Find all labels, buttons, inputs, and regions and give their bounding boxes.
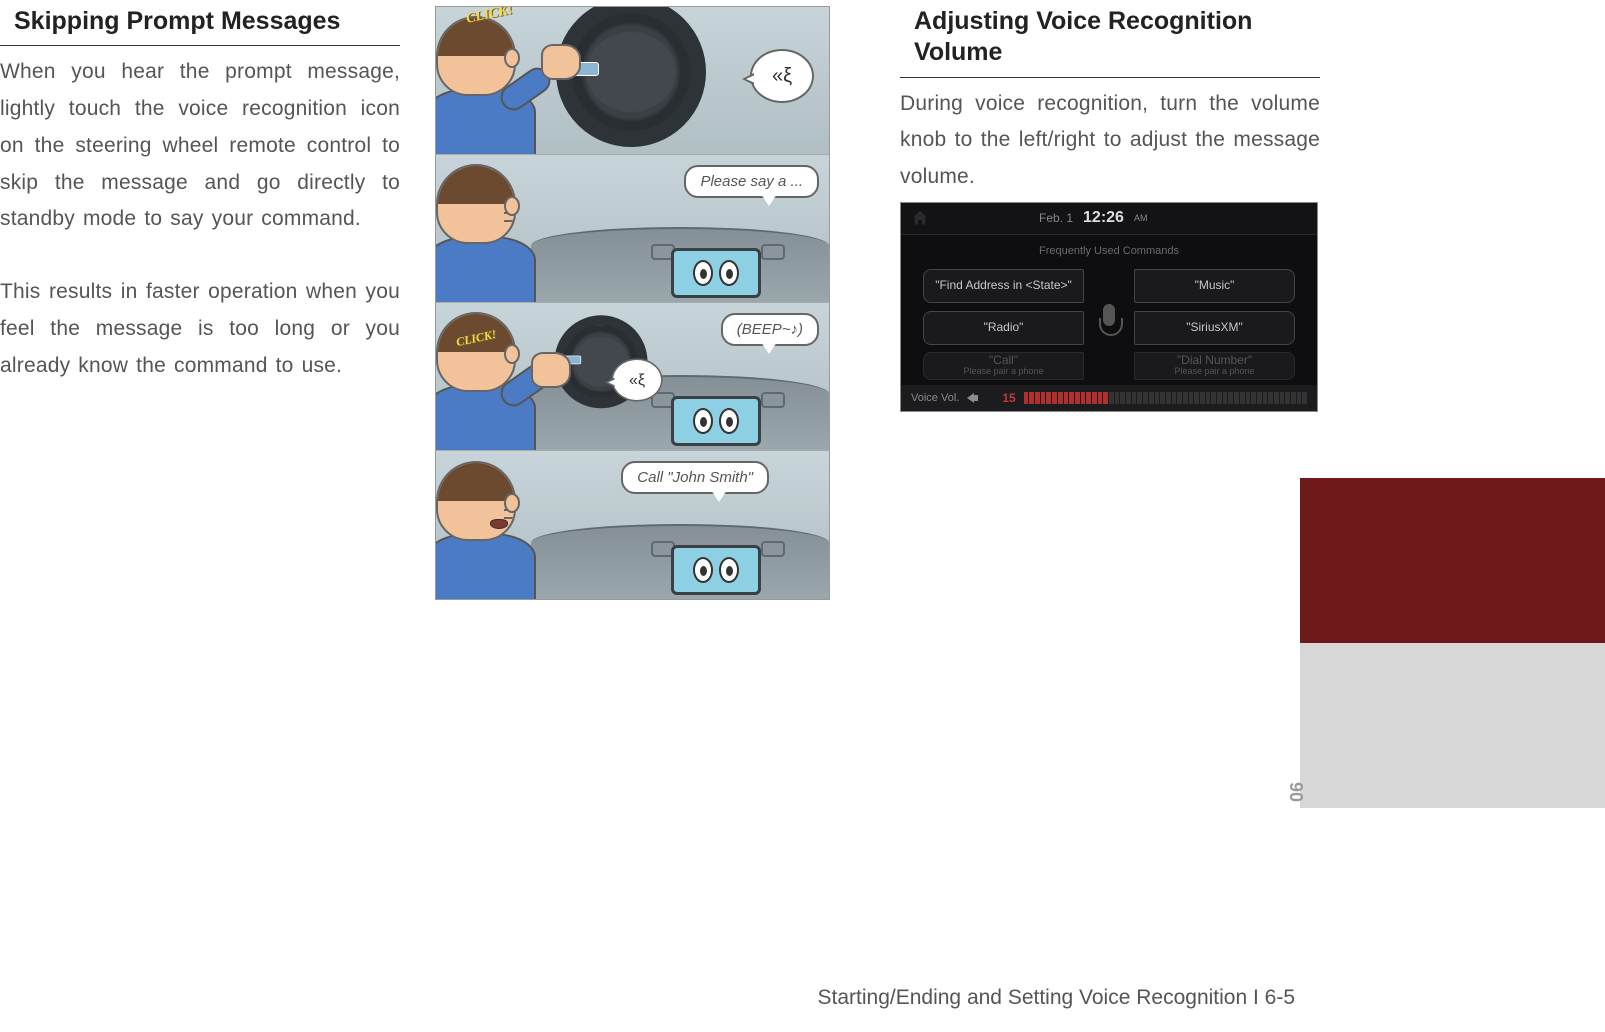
comic-panel-3: «ξ (BEEP~♪) CLICK! (436, 303, 829, 451)
cmd-dial: "Dial Number" Please pair a phone (1134, 352, 1295, 380)
cmd-siriusxm[interactable]: "SiriusXM" (1134, 311, 1295, 345)
command-grid: "Find Address in <State>" "Music" "Radio… (923, 267, 1295, 381)
side-tab: 06 (1300, 478, 1605, 808)
driver-figure (436, 155, 546, 302)
infotainment-screen (671, 248, 761, 298)
voice-vol-label: Voice Vol. (911, 392, 959, 404)
screen-eye-icon (719, 408, 739, 434)
voice-recognition-screenshot: Feb. 1 12:26 AM Frequently Used Commands… (900, 202, 1318, 412)
speech-bubble-beep: (BEEP~♪) (721, 313, 819, 346)
home-icon[interactable] (911, 209, 929, 227)
screen-eye-icon (693, 557, 713, 583)
screenshot-topbar: Feb. 1 12:26 AM (901, 203, 1317, 235)
chapter-number: 06 (1287, 782, 1308, 802)
heading-volume: Adjusting Voice Recognition Volume (900, 6, 1320, 78)
soundwave-icon: «ξ (772, 65, 792, 88)
speech-bubble-command: Call "John Smith" (621, 461, 769, 494)
voice-bubble-icon: «ξ (750, 49, 814, 103)
driver-figure (436, 303, 546, 450)
column-middle: «ξ CLICK! (435, 6, 835, 1032)
tab-grey: 06 (1300, 643, 1605, 808)
comic-panel-4: Call "John Smith" (436, 451, 829, 599)
cmd-find-address[interactable]: "Find Address in <State>" (923, 269, 1084, 303)
tab-red (1300, 478, 1605, 643)
page-footer: Starting/Ending and Setting Voice Recogn… (818, 986, 1295, 1010)
paragraph-skip-1: When you hear the prompt message, lightl… (0, 54, 400, 238)
date-label: Feb. 1 (1039, 211, 1073, 225)
ampm-label: AM (1134, 213, 1148, 223)
screen-eye-icon (719, 557, 739, 583)
paragraph-volume: During voice recognition, turn the volum… (900, 86, 1320, 196)
pair-hint: Please pair a phone (934, 367, 1073, 377)
soundwave-icon: «ξ (629, 371, 645, 389)
driver-figure (436, 451, 546, 599)
column-right: Adjusting Voice Recognition Volume Durin… (900, 6, 1320, 1032)
paragraph-skip-2: This results in faster operation when yo… (0, 274, 400, 384)
volume-bar: Voice Vol. 15 (901, 385, 1317, 411)
screen-eye-icon (693, 408, 713, 434)
cmd-radio[interactable]: "Radio" (923, 311, 1084, 345)
comic-panel-2: Please say a ... (436, 155, 829, 303)
infotainment-screen (671, 396, 761, 446)
column-left: Skipping Prompt Messages When you hear t… (0, 6, 400, 1032)
microphone-icon (1084, 304, 1134, 344)
voice-vol-value: 15 (1002, 391, 1015, 405)
speech-bubble-prompt: Please say a ... (684, 165, 819, 198)
comic-panel-1: «ξ CLICK! (436, 7, 829, 155)
voice-bubble-icon: «ξ (611, 358, 662, 401)
cmd-call: "Call" Please pair a phone (923, 352, 1084, 380)
volume-ticks[interactable] (1024, 392, 1307, 404)
frequently-used-label: Frequently Used Commands (923, 245, 1295, 257)
driver-figure (436, 7, 546, 154)
time-label: 12:26 (1083, 209, 1124, 227)
screen-eye-icon (693, 260, 713, 286)
heading-skipping: Skipping Prompt Messages (0, 6, 400, 46)
steering-wheel (526, 7, 736, 155)
comic-illustration: «ξ CLICK! (435, 6, 830, 600)
pair-hint: Please pair a phone (1145, 367, 1284, 377)
cmd-music[interactable]: "Music" (1134, 269, 1295, 303)
screen-eye-icon (719, 260, 739, 286)
infotainment-screen (671, 545, 761, 595)
screenshot-body: Frequently Used Commands "Find Address i… (901, 235, 1317, 391)
speaker-icon (967, 393, 974, 403)
